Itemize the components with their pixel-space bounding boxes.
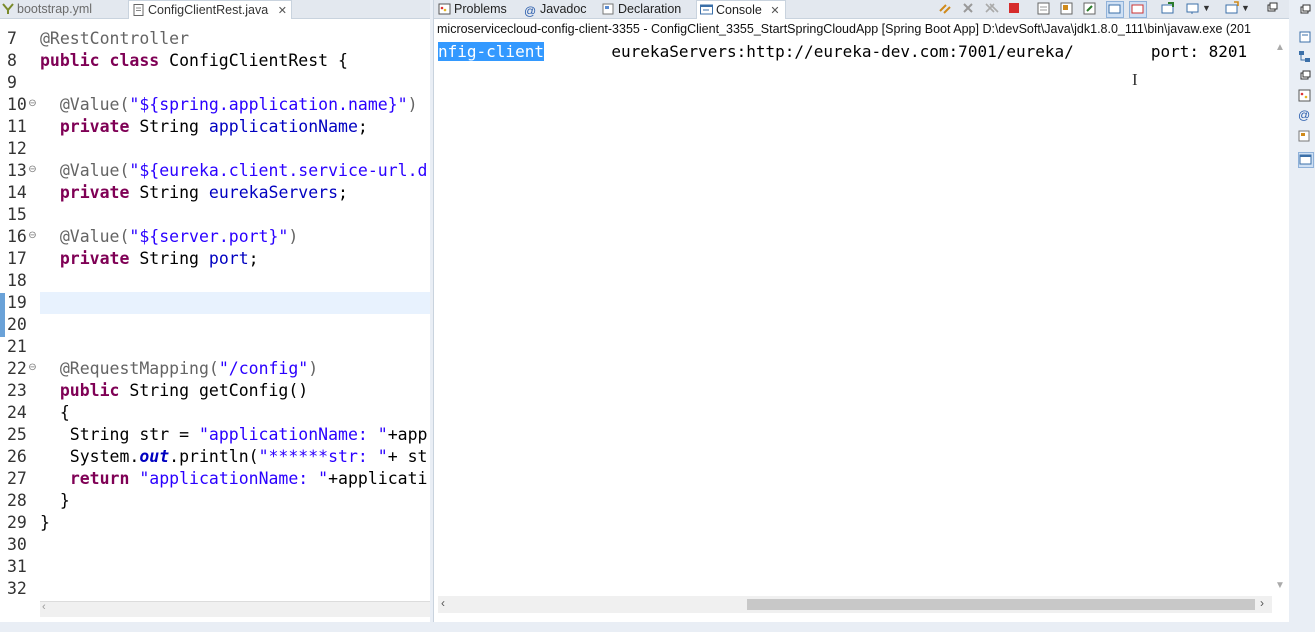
word-wrap-icon[interactable] — [1059, 1, 1075, 16]
display-console-icon[interactable] — [1185, 1, 1201, 16]
show-on-error-icon[interactable] — [1129, 1, 1147, 18]
code-line: @RequestMapping("/config") — [59, 359, 319, 378]
console-icon — [700, 4, 713, 15]
code-line: { — [40, 403, 70, 422]
close-icon[interactable]: ✕ — [770, 5, 779, 17]
text-cursor-icon: I — [1132, 70, 1138, 89]
javadoc-icon[interactable]: @ — [1298, 108, 1312, 122]
code-line: private String eurekaServers; — [59, 183, 348, 202]
code-line: private String applicationName; — [59, 117, 368, 136]
console-view: Problems @ Javadoc Declaration Console ✕ … — [433, 0, 1289, 622]
tab-label: Javadoc — [540, 2, 587, 16]
console-tab-bar: Problems @ Javadoc Declaration Console ✕ … — [434, 0, 1289, 19]
code-line: @Value("${server.port}") — [59, 227, 299, 246]
code-line: return "applicationName: "+applicati — [69, 469, 428, 488]
remove-all-terminated-icon[interactable] — [983, 1, 999, 16]
scroll-right-icon[interactable]: › — [1260, 596, 1264, 610]
editor-horizontal-scrollbar[interactable]: ‹ — [40, 601, 430, 617]
scrollbar-thumb[interactable] — [747, 599, 1255, 610]
javadoc-icon: @ — [524, 4, 537, 18]
code-line: String str = "applicationName: "+app — [40, 425, 428, 444]
problems-icon — [438, 3, 451, 15]
code-line: public String getConfig() — [59, 381, 309, 400]
scroll-left-icon[interactable]: ‹ — [42, 601, 46, 613]
tab-label: Problems — [454, 2, 507, 16]
code-line: } — [40, 513, 50, 532]
code-line: @Value("${eureka.client.service-url.d — [59, 161, 428, 180]
clear-console-icon[interactable] — [1036, 1, 1052, 16]
code-editor[interactable]: bootstrap.yml ConfigClientRest.java ✕ 7 … — [0, 0, 430, 622]
restore-icon[interactable] — [1298, 2, 1312, 16]
outline-icon[interactable] — [1298, 30, 1312, 44]
terminate-icon[interactable] — [1006, 1, 1022, 16]
hierarchy-icon[interactable] — [1298, 50, 1312, 64]
chevron-down-icon[interactable]: ▼ — [1241, 1, 1257, 16]
code-line: System.out.println("******str: "+ st — [40, 447, 428, 466]
remove-launch-icon[interactable] — [960, 1, 976, 16]
scroll-lock-icon[interactable] — [937, 1, 953, 16]
console-horizontal-scrollbar[interactable]: ‹ › — [438, 596, 1272, 613]
code-line: @Value("${spring.application.name}") — [59, 95, 418, 114]
code-line: } — [40, 491, 70, 510]
right-trim-bar: @ — [1293, 0, 1315, 622]
console-vertical-scrollbar[interactable]: ▲ ▼ — [1272, 42, 1288, 596]
selected-text: nfig-client — [438, 42, 544, 61]
minimize-icon[interactable] — [1264, 1, 1280, 16]
code-line: public class ConfigClientRest { — [40, 51, 348, 70]
scroll-left-icon[interactable]: ‹ — [441, 596, 445, 610]
open-console-icon[interactable] — [1160, 1, 1176, 16]
pin-console-icon[interactable] — [1082, 1, 1098, 16]
console-launch-description: microservicecloud-config-client-3355 - C… — [437, 22, 1251, 36]
code-line: private String port; — [59, 249, 259, 268]
console-icon[interactable] — [1298, 152, 1314, 168]
console-output-text: eurekaServers:http://eureka-dev.com:7001… — [543, 42, 1248, 61]
code-area[interactable]: @RestController public class ConfigClient… — [0, 0, 430, 600]
declaration-icon[interactable] — [1298, 130, 1312, 144]
declaration-icon — [602, 3, 614, 15]
scroll-up-icon[interactable]: ▲ — [1275, 42, 1285, 53]
tab-console[interactable]: Console ✕ — [696, 0, 786, 19]
code-line: @RestController — [40, 29, 190, 48]
chevron-down-icon[interactable]: ▼ — [1202, 1, 1218, 16]
restore-icon[interactable] — [1298, 68, 1312, 82]
scroll-down-icon[interactable]: ▼ — [1275, 580, 1285, 591]
tab-javadoc[interactable]: @ Javadoc — [524, 0, 599, 18]
show-on-output-icon[interactable] — [1106, 1, 1124, 18]
console-output[interactable]: nfig-client eurekaServers:http://eureka-… — [438, 42, 1247, 61]
tab-problems[interactable]: Problems — [438, 0, 520, 18]
problems-icon[interactable] — [1298, 89, 1312, 103]
tab-label: Console — [716, 3, 762, 17]
new-console-icon[interactable] — [1224, 1, 1240, 16]
tab-label: Declaration — [618, 2, 682, 16]
tab-declaration[interactable]: Declaration — [602, 0, 692, 18]
